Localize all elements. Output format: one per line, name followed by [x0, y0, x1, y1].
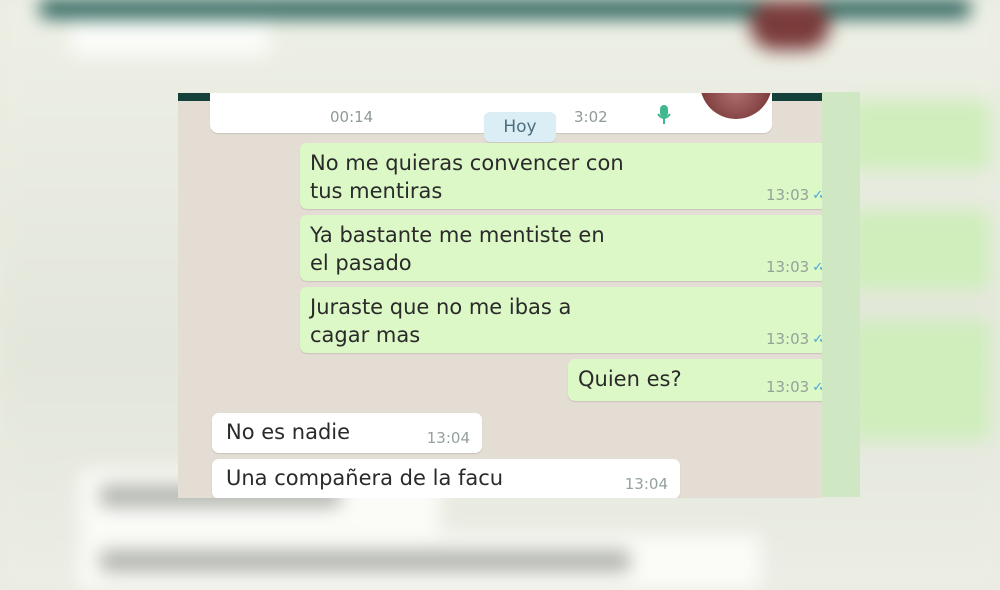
message-meta: 13:04 [625, 475, 668, 493]
double-check-icon: ✓✓ [812, 331, 822, 347]
message-meta: 13:03 ✓✓ [766, 378, 822, 396]
message-text: Juraste que no me ibas a cagar mas [310, 295, 572, 347]
double-check-icon: ✓✓ [812, 187, 822, 203]
audio-duration: 00:14 [330, 108, 374, 126]
message-bubble-incoming[interactable]: Una compañera de la facu 13:04 [212, 459, 680, 498]
message-time: 13:03 [765, 330, 810, 348]
message-bubble-outgoing[interactable]: Ya bastante me mentiste en el pasado 13:… [300, 215, 822, 281]
bg-card [70, 20, 270, 56]
chat-window: 00:14 3:02 Hoy No me quieras convencer c… [178, 93, 822, 498]
message-meta: 13:03 ✓✓ [766, 330, 822, 348]
message-text: No me quieras convencer con tus mentiras [310, 151, 624, 203]
mic-icon [657, 105, 671, 124]
bg-bubble [850, 400, 990, 440]
bg-bubble [850, 320, 990, 400]
bg-panel-edge [820, 92, 860, 497]
audio-sent-time: 3:02 [574, 108, 608, 126]
avatar[interactable] [700, 93, 772, 119]
message-time: 13:04 [624, 475, 668, 493]
message-time: 13:03 [765, 258, 810, 276]
message-text: Ya bastante me mentiste en el pasado [310, 223, 605, 275]
double-check-icon: ✓✓ [812, 379, 822, 395]
message-bubble-outgoing[interactable]: Juraste que no me ibas a cagar mas 13:03… [300, 287, 822, 353]
message-bubble-incoming[interactable]: No es nadie 13:04 [212, 413, 482, 453]
message-meta: 13:03 ✓✓ [766, 258, 822, 276]
message-text: Quien es? [578, 367, 682, 391]
message-text: No es nadie [226, 420, 351, 444]
message-time: 13:03 [765, 378, 810, 396]
bg-bubble [850, 210, 990, 290]
double-check-icon: ✓✓ [812, 259, 822, 275]
bg-bubble [850, 100, 990, 170]
bg-header-bar [40, 0, 970, 18]
message-text: Una compañera de la facu [226, 466, 504, 490]
message-time: 13:04 [426, 429, 470, 447]
message-meta: 13:03 ✓✓ [766, 186, 822, 204]
message-meta: 13:04 [427, 429, 470, 447]
bg-avatar [750, 0, 830, 50]
message-bubble-outgoing[interactable]: Quien es? 13:03 ✓✓ [568, 359, 822, 401]
date-divider: Hoy [484, 112, 556, 142]
bg-text [100, 550, 630, 572]
message-time: 13:03 [765, 186, 810, 204]
message-bubble-outgoing[interactable]: No me quieras convencer con tus mentiras… [300, 143, 822, 209]
